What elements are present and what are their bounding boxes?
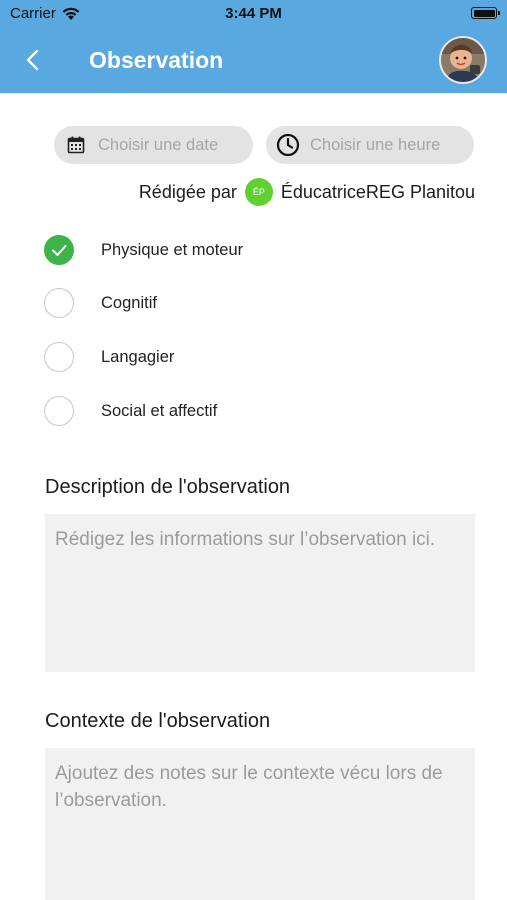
- calendar-icon: [67, 136, 85, 154]
- time-picker[interactable]: Choisir une heure: [266, 126, 474, 164]
- avatar[interactable]: [439, 36, 487, 84]
- back-button[interactable]: [22, 44, 48, 76]
- author-prefix: Rédigée par: [138, 181, 237, 202]
- author-name: ÉducatriceREG Planitou: [280, 181, 475, 202]
- description-title: Description de l'observation: [45, 476, 291, 498]
- checkbox-checked-icon[interactable]: [44, 235, 74, 265]
- clock-icon: [276, 133, 300, 157]
- category-label: Langagier: [101, 348, 175, 366]
- context-textarea[interactable]: [45, 748, 475, 900]
- category-label: Social et affectif: [101, 402, 218, 420]
- checkbox-unchecked-icon[interactable]: [44, 342, 74, 372]
- time-placeholder: Choisir une heure: [310, 136, 441, 154]
- checkbox-unchecked-icon[interactable]: [44, 396, 74, 426]
- context-title: Contexte de l'observation: [45, 710, 271, 732]
- checkmark-icon: [51, 244, 66, 256]
- child-photo-icon: [441, 38, 485, 82]
- category-physique-et-moteur[interactable]: Physique et moteur: [44, 235, 474, 269]
- author-row: Rédigée par ÉP ÉducatriceREG Planitou: [0, 178, 475, 210]
- author-initials-badge: ÉP: [244, 178, 273, 206]
- clock-time: 3:44 PM: [225, 5, 282, 22]
- description-textarea[interactable]: [45, 514, 475, 672]
- category-cognitif[interactable]: Cognitif: [44, 288, 474, 322]
- checkbox-unchecked-icon[interactable]: [44, 288, 74, 318]
- category-label: Physique et moteur: [101, 241, 244, 259]
- date-placeholder: Choisir une date: [98, 136, 219, 154]
- category-langagier[interactable]: Langagier: [44, 342, 474, 376]
- battery-icon: [471, 7, 500, 19]
- date-picker[interactable]: Choisir une date: [54, 126, 253, 164]
- category-label: Cognitif: [101, 294, 157, 312]
- status-bar: Carrier 3:44 PM: [0, 0, 507, 28]
- chevron-left-icon: [26, 49, 39, 71]
- app-header: Carrier 3:44 PM Observation: [0, 0, 507, 93]
- page-title: Observation: [89, 47, 224, 73]
- category-social-et-affectif[interactable]: Social et affectif: [44, 396, 474, 430]
